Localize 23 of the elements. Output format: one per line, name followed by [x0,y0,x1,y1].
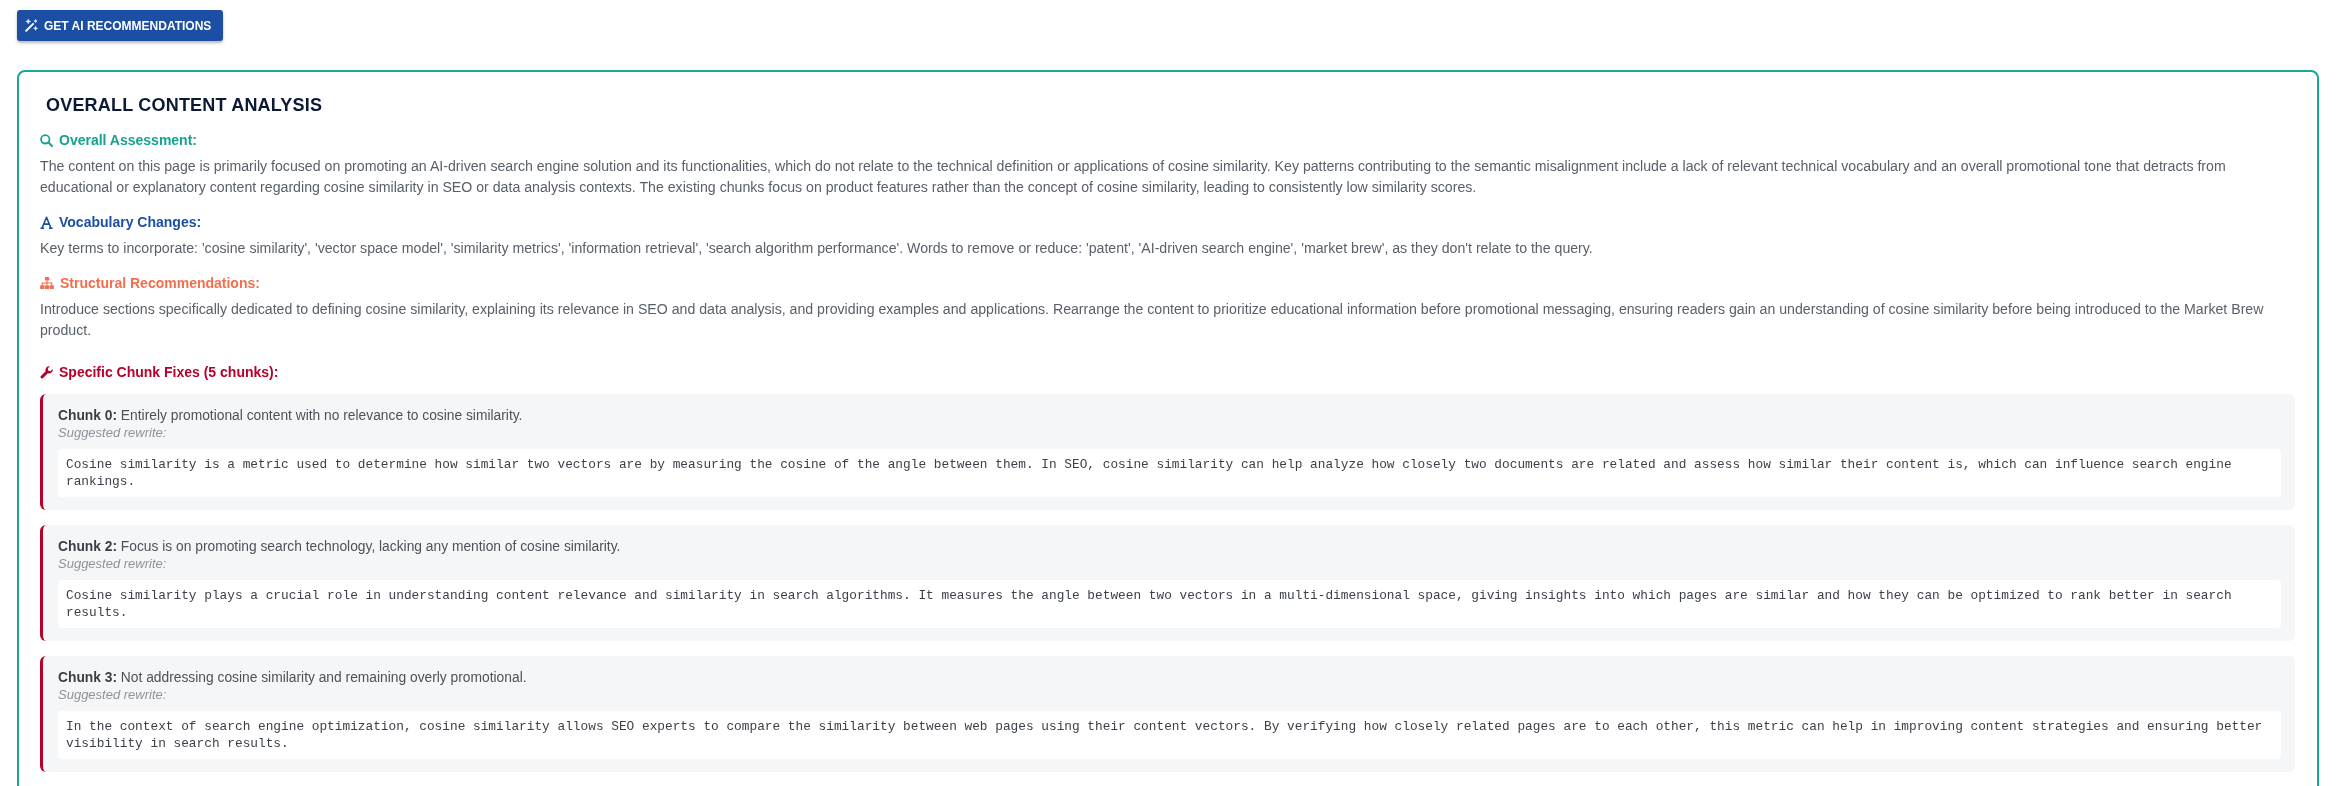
chunk-fixes-heading: Specific Chunk Fixes (5 chunks): [59,363,279,382]
chunk-issue-text: Chunk 3: Not addressing cosine similarity and remaining overly promotional. [58,669,527,686]
sitemap-icon [40,277,54,289]
chunk-issue-text: Chunk 2: Focus is on promoting search technology, lacking any mention of cosine similarity. [58,538,621,555]
section-heading: Overall Assessment: [59,131,197,150]
section-text: Introduce sections specifically dedicated to defining cosine similarity, explaining its relevance in SEO and data analysis, and providing examples and applications. Rearrange the content to prioritize educational information before promotional messaging, ensuring readers gain an understanding of cosine similarity before being introduced to the Market Brew product. [40,300,2265,340]
suggested-rewrite-label: Suggested rewrite: [58,555,167,572]
wrench-icon [40,365,53,379]
rewrite-text: Cosine similarity is a metric used to determine how similar two vectors are by measuring the cosine of the angle between them. In SEO, cosine similarity can help analyze how closely two documents are related and assess how similar their content is, which can influence search engine rankings. [58,449,2281,497]
font-icon [40,215,53,229]
analysis-title: OVERALL CONTENT ANALYSIS [45,94,323,117]
suggested-rewrite-label: Suggested rewrite: [58,424,167,441]
section-text: Key terms to incorporate: 'cosine similarity', 'vector space model', 'similarity metrics', 'information retrieval', 'search algorithm performance'. Words to remove or reduce: 'patent', 'AI-driven search engine', 'market brew', as they don't relate to the query. [40,239,1594,258]
section-text: The content on this page is primarily focused on promoting an AI-driven search engine solution and its functionalities, which do not relate to the technical definition or applications of cosine similarity. Key patterns contributing to the semantic misalignment include a lack of relevant technical vocabulary and an overall promotional tone that detracts from educational or explanatory content regarding cosine similarity in SEO or data analysis contexts. The existing chunks focus on product features rather than the concept of cosine similarity, leading to consistently low similarity scores. [40,157,2227,197]
section-heading: Structural Recommendations: [60,274,260,293]
rewrite-text: Cosine similarity plays a crucial role in understanding content relevance and similarity in search algorithms. It measures the angle between two vectors in a multi-dimensional space, giving insights into which pages are similar and how they can be optimized to rank better in search results. [58,580,2281,628]
suggested-rewrite-label: Suggested rewrite: [58,686,167,703]
section-heading: Vocabulary Changes: [59,213,202,232]
ai-recommendations-button[interactable]: GET AI RECOMMENDATIONS [17,10,224,41]
rewrite-text: In the context of search engine optimization, cosine similarity allows SEO experts to compare the similarity between web pages using their content vectors. By verifying how closely related pages are to each other, this metric can help in improving content strategies and ensuring better visibility in search results. [58,711,2281,759]
chunk-issue-text: Chunk 0: Entirely promotional content with no relevance to cosine similarity. [58,407,523,424]
magic-wand-icon [25,19,38,32]
search-icon [40,133,53,147]
